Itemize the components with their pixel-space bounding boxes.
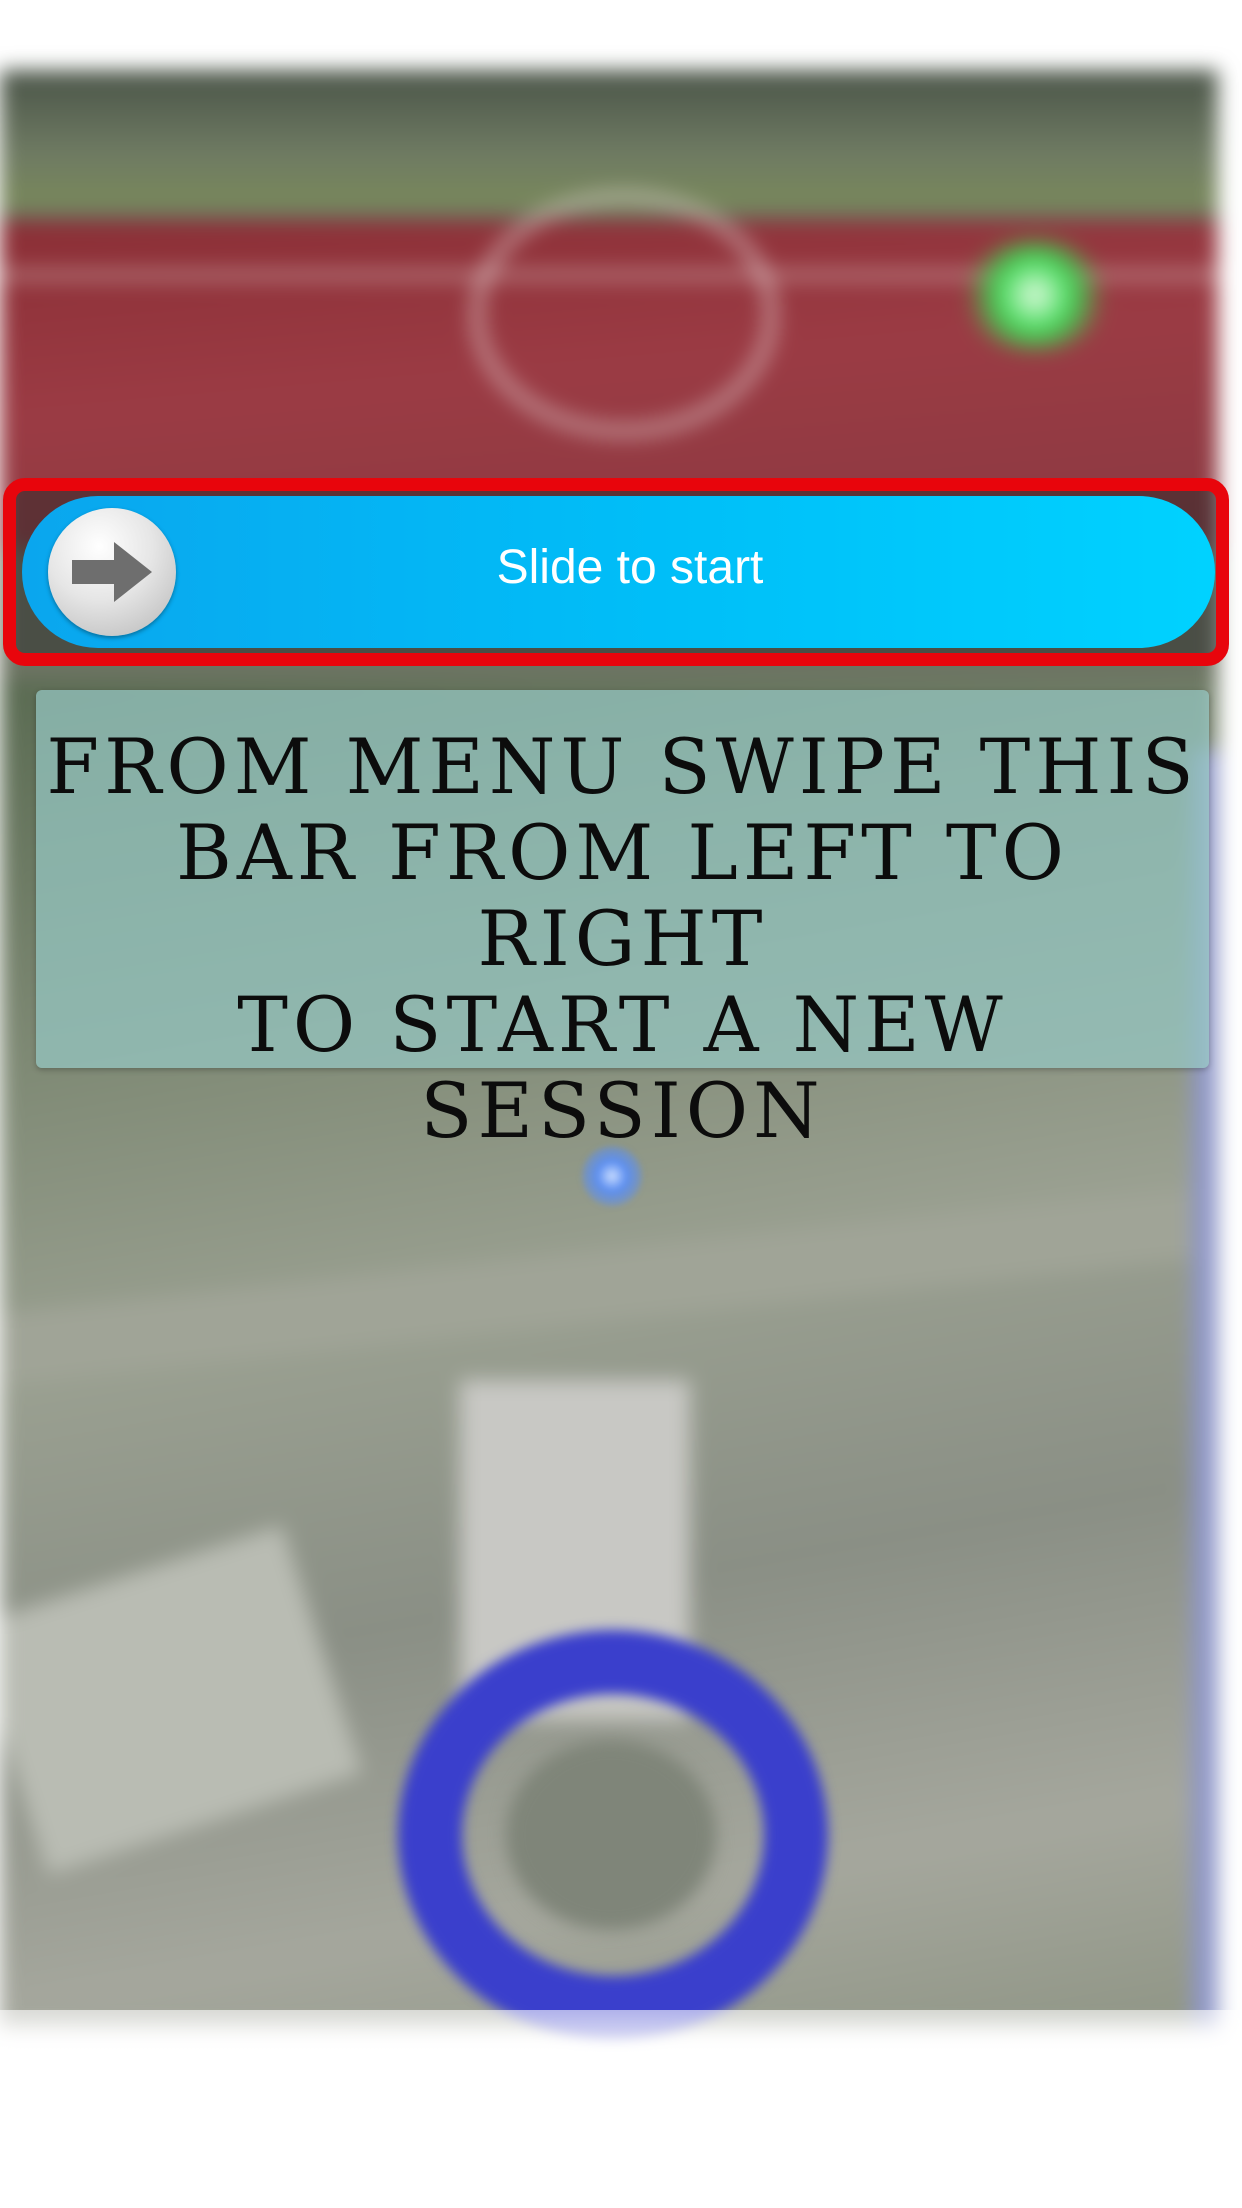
instruction-line: FROM MENU SWIPE THIS — [46, 722, 1199, 811]
arrow-right-icon — [72, 542, 152, 602]
slide-to-start-label: Slide to start — [496, 541, 764, 594]
bg-field — [0, 70, 1218, 210]
top-fade — [0, 0, 1242, 80]
compass-center — [506, 1740, 716, 1930]
tutorial-overlay-screen: Slide to start FROM MENU SWIPE THIS BAR … — [0, 0, 1242, 2208]
bottom-fade — [0, 2010, 1242, 2208]
instruction-text: FROM MENU SWIPE THIS BAR FROM LEFT TO RI… — [36, 724, 1209, 1154]
green-status-dot — [960, 240, 1110, 350]
bg-ring-emblem — [470, 190, 778, 438]
slide-knob[interactable] — [48, 508, 176, 636]
instruction-line: BAR FROM LEFT TO RIGHT — [176, 808, 1069, 983]
instruction-line: TO START A NEW SESSION — [237, 980, 1008, 1155]
location-dot-icon — [582, 1146, 642, 1206]
